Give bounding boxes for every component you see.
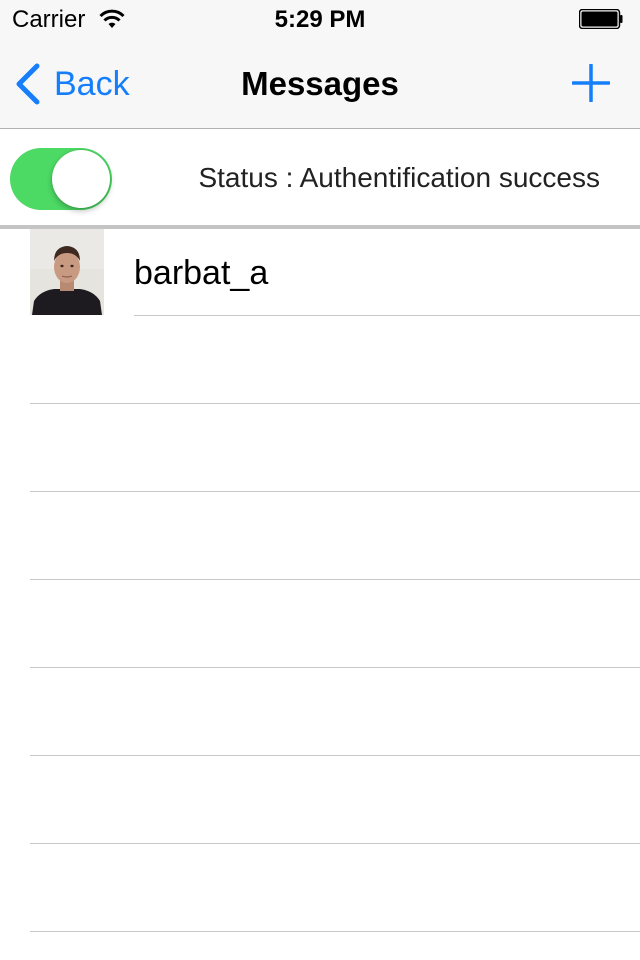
contact-name: barbat_a — [134, 254, 269, 292]
row-separator — [30, 403, 640, 404]
row-separator — [30, 667, 640, 668]
navigation-bar: Back Messages — [0, 40, 640, 128]
avatar — [30, 229, 104, 315]
clock: 5:29 PM — [274, 6, 366, 33]
toggle-knob — [52, 150, 110, 208]
status-label: Status : Authentification success — [198, 162, 600, 193]
status-row: Status : Authentification success — [0, 129, 640, 229]
contact-list: barbat_a — [0, 229, 640, 960]
row-separator — [134, 315, 640, 316]
screen: Carrier 5:29 PM Back Messages Status: A… — [0, 0, 640, 960]
status-bar: Carrier 5:29 PM — [0, 0, 640, 40]
list-item[interactable]: barbat_a — [0, 229, 640, 315]
page-title: Messages — [241, 65, 399, 102]
row-separator — [30, 755, 640, 756]
row-separator — [30, 579, 640, 580]
top-bar: Carrier 5:29 PM Back Messages — [0, 0, 640, 129]
battery-full-icon — [579, 9, 623, 29]
connection-toggle[interactable] — [10, 148, 112, 210]
row-separator — [30, 491, 640, 492]
row-separator — [30, 931, 640, 932]
plus-icon[interactable] — [572, 64, 610, 102]
row-separator — [30, 843, 640, 844]
